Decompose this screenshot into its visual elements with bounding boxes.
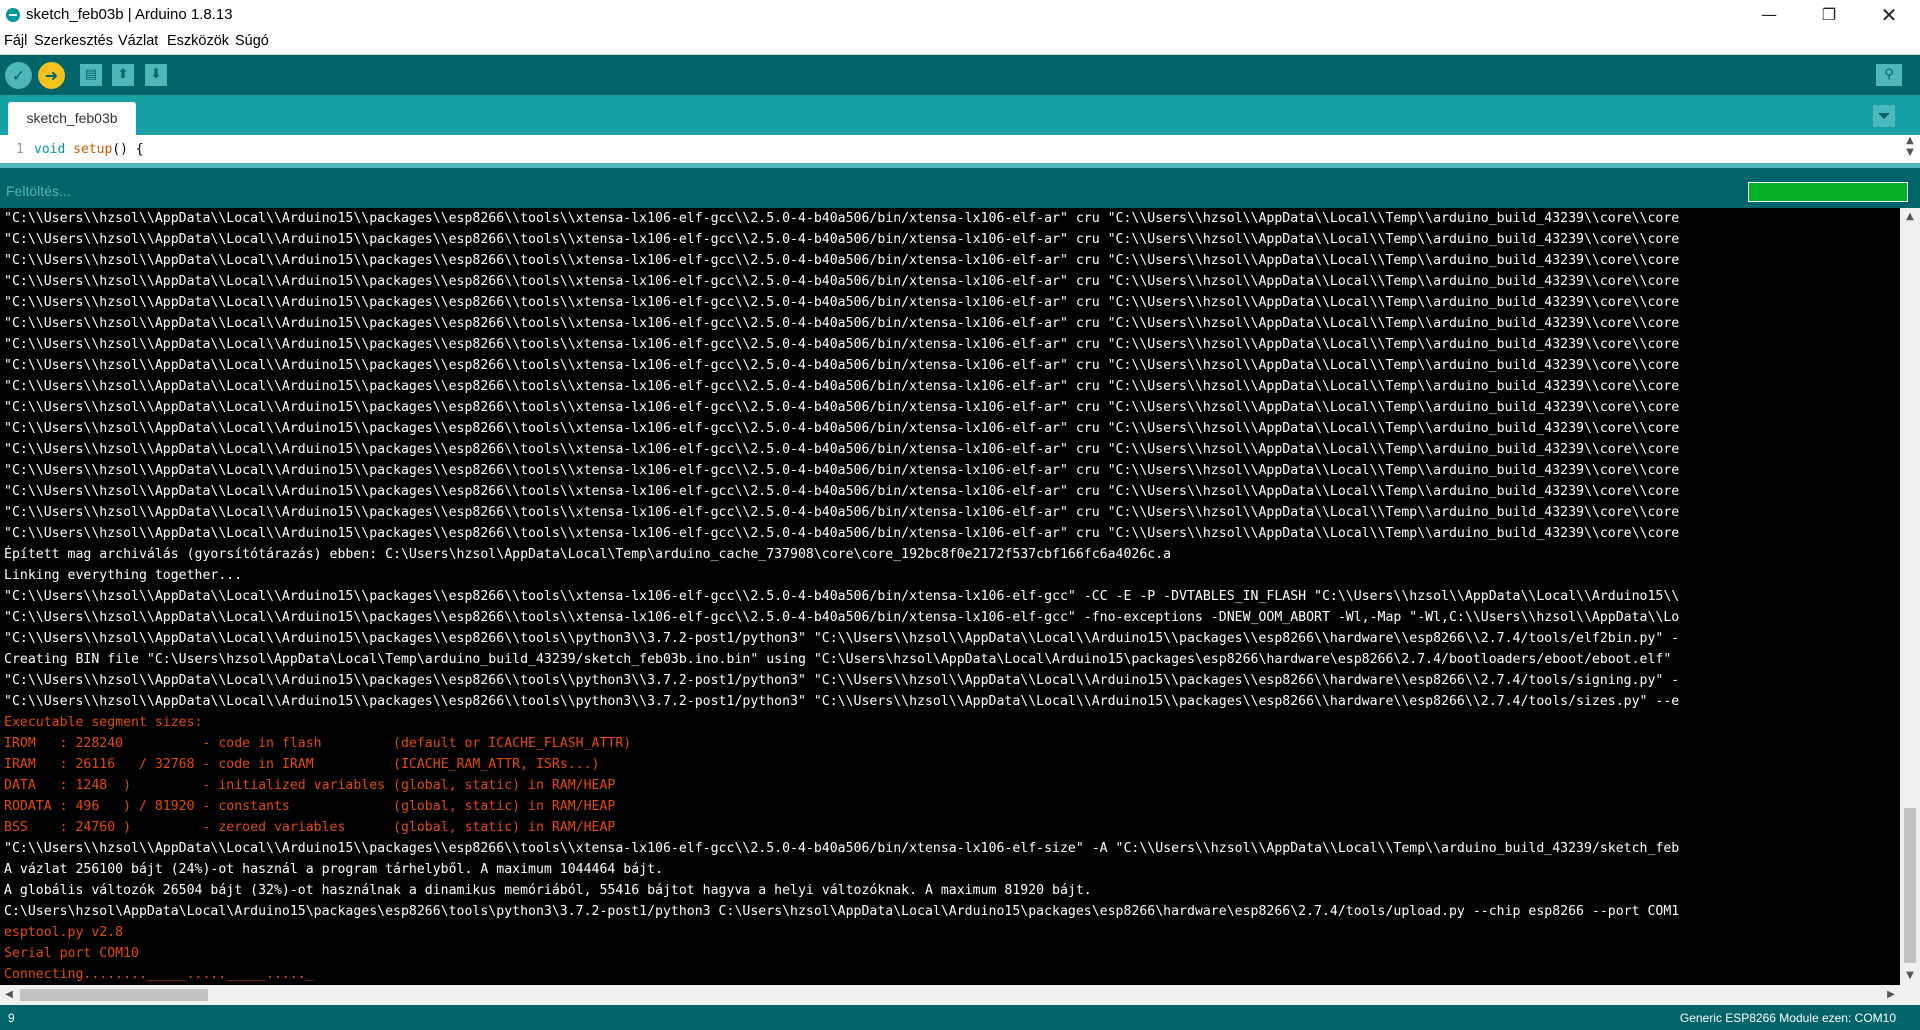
tab-bar: sketch_feb03b	[0, 95, 1920, 135]
console-line: "C:\\Users\\hzsol\\AppData\\Local\\Ardui…	[4, 484, 1680, 499]
console-line: "C:\\Users\\hzsol\\AppData\\Local\\Ardui…	[4, 274, 1680, 289]
open-button[interactable]: ⬆	[112, 64, 134, 86]
verify-button[interactable]: ✓	[5, 62, 32, 89]
scroll-right-icon[interactable]: ▶	[1882, 985, 1900, 1005]
scroll-corner	[1900, 985, 1920, 1005]
code-rest: () {	[112, 142, 144, 157]
close-button[interactable]: ✕	[1866, 0, 1912, 30]
magnifier-icon: ⚲	[1884, 67, 1894, 82]
code-editor[interactable]: 1 void setup() { ▲ ▼	[0, 135, 1920, 163]
console-line: Serial port COM10	[4, 946, 139, 961]
menu-bar: Fájl Szerkesztés Vázlat Eszközök Súgó	[0, 30, 1920, 55]
new-button[interactable]: ▤	[80, 64, 102, 86]
console-line: "C:\\Users\\hzsol\\AppData\\Local\\Ardui…	[4, 694, 1680, 709]
console-line: "C:\\Users\\hzsol\\AppData\\Local\\Ardui…	[4, 316, 1680, 331]
menu-sketch[interactable]: Vázlat	[118, 33, 158, 49]
code-line[interactable]: void setup() {	[34, 142, 144, 157]
upload-progress-bar	[1748, 182, 1908, 202]
console-line: "C:\\Users\\hzsol\\AppData\\Local\\Ardui…	[4, 631, 1680, 646]
menu-file[interactable]: Fájl	[4, 33, 27, 49]
console-line: "C:\\Users\\hzsol\\AppData\\Local\\Ardui…	[4, 211, 1680, 226]
console-horizontal-scrollbar[interactable]: ◀ ▶	[0, 985, 1900, 1005]
arrow-down-icon: ⬇	[150, 67, 162, 82]
console-line: DATA : 1248 ) - initialized variables (g…	[4, 778, 616, 793]
menu-edit[interactable]: Szerkesztés	[34, 33, 113, 49]
board-port-info: Generic ESP8266 Module ezen: COM10	[1679, 1011, 1896, 1025]
serial-monitor-button[interactable]: ⚲	[1876, 64, 1902, 86]
status-bar: Feltöltés...	[0, 163, 1920, 208]
upload-button[interactable]: ➜	[38, 62, 65, 89]
arduino-logo-icon	[6, 8, 20, 22]
vertical-scroll-thumb[interactable]	[1904, 808, 1916, 963]
console-line: "C:\\Users\\hzsol\\AppData\\Local\\Ardui…	[4, 421, 1680, 436]
console-line: Épített mag archiválás (gyorsítótárazás)…	[4, 547, 1172, 562]
console-line: "C:\\Users\\hzsol\\AppData\\Local\\Ardui…	[4, 841, 1680, 856]
console-line: "C:\\Users\\hzsol\\AppData\\Local\\Ardui…	[4, 232, 1680, 247]
console-line: "C:\\Users\\hzsol\\AppData\\Local\\Ardui…	[4, 463, 1680, 478]
console-line: "C:\\Users\\hzsol\\AppData\\Local\\Ardui…	[4, 589, 1680, 604]
console-line: "C:\\Users\\hzsol\\AppData\\Local\\Ardui…	[4, 358, 1680, 373]
console-line: Creating BIN file "C:\Users\hzsol\AppDat…	[4, 652, 1672, 667]
scroll-up-icon[interactable]: ▲	[1900, 208, 1920, 226]
console-line: Connecting........_____....._____....._	[4, 967, 314, 982]
line-number: 1	[16, 142, 24, 157]
toolbar: ✓ ➜ ▤ ⬆ ⬇ ⚲	[0, 55, 1920, 95]
save-button[interactable]: ⬇	[145, 64, 167, 86]
horizontal-scroll-thumb[interactable]	[20, 989, 208, 1001]
tab-sketch[interactable]: sketch_feb03b	[8, 102, 136, 135]
arrow-right-icon: ➜	[44, 66, 59, 85]
check-icon: ✓	[11, 66, 26, 85]
console-line: C:\Users\hzsol\AppData\Local\Arduino15\p…	[4, 904, 1680, 919]
console-line: BSS : 24760 ) - zeroed variables (global…	[4, 820, 616, 835]
console-line: A vázlat 256100 bájt (24%)-ot használ a …	[4, 862, 663, 877]
console-line: Linking everything together...	[4, 568, 243, 583]
scroll-down-icon[interactable]: ▼	[1900, 967, 1920, 985]
cursor-line-number: 9	[8, 1011, 15, 1025]
status-text: Feltöltés...	[6, 183, 71, 199]
console-line: "C:\\Users\\hzsol\\AppData\\Local\\Ardui…	[4, 610, 1680, 625]
console-line: IROM : 228240 - code in flash (default o…	[4, 736, 632, 751]
code-function: setup	[73, 142, 113, 157]
arrow-up-icon: ⬆	[117, 67, 129, 82]
tab-menu-button[interactable]	[1873, 105, 1895, 127]
console-line: Executable segment sizes:	[4, 715, 203, 730]
maximize-button[interactable]: ❐	[1806, 0, 1852, 30]
footer-bar: 9 Generic ESP8266 Module ezen: COM10	[0, 1005, 1920, 1030]
console-line: "C:\\Users\\hzsol\\AppData\\Local\\Ardui…	[4, 673, 1680, 688]
progress-fill	[1749, 183, 1907, 201]
console-vertical-scrollbar[interactable]: ▲ ▼	[1900, 208, 1920, 985]
console-line: esptool.py v2.8	[4, 925, 124, 940]
console-line: "C:\\Users\\hzsol\\AppData\\Local\\Ardui…	[4, 442, 1680, 457]
console-line: A globális változók 26504 bájt (32%)-ot …	[4, 883, 1092, 898]
console-line: "C:\\Users\\hzsol\\AppData\\Local\\Ardui…	[4, 526, 1680, 541]
title-bar: sketch_feb03b | Arduino 1.8.13 — ❐ ✕	[0, 0, 1920, 30]
console-line: "C:\\Users\\hzsol\\AppData\\Local\\Ardui…	[4, 379, 1680, 394]
console-line: "C:\\Users\\hzsol\\AppData\\Local\\Ardui…	[4, 505, 1680, 520]
editor-scrollbar[interactable]: ▲ ▼	[1900, 135, 1920, 163]
console-line: "C:\\Users\\hzsol\\AppData\\Local\\Ardui…	[4, 400, 1680, 415]
code-keyword: void	[34, 142, 66, 157]
menu-tools[interactable]: Eszközök	[167, 33, 229, 49]
console-output[interactable]: "C:\\Users\\hzsol\\AppData\\Local\\Ardui…	[0, 208, 1900, 985]
menu-help[interactable]: Súgó	[235, 33, 269, 49]
console-line: "C:\\Users\\hzsol\\AppData\\Local\\Ardui…	[4, 295, 1680, 310]
window-title: sketch_feb03b | Arduino 1.8.13	[26, 6, 233, 23]
console-line: "C:\\Users\\hzsol\\AppData\\Local\\Ardui…	[4, 337, 1680, 352]
minimize-button[interactable]: —	[1746, 0, 1792, 30]
document-icon: ▤	[84, 67, 98, 82]
scroll-left-icon[interactable]: ◀	[0, 985, 18, 1005]
console-line: IRAM : 26116 / 32768 - code in IRAM (ICA…	[4, 757, 600, 772]
console-line: RODATA : 496 ) / 81920 - constants (glob…	[4, 799, 616, 814]
console-line: "C:\\Users\\hzsol\\AppData\\Local\\Ardui…	[4, 253, 1680, 268]
